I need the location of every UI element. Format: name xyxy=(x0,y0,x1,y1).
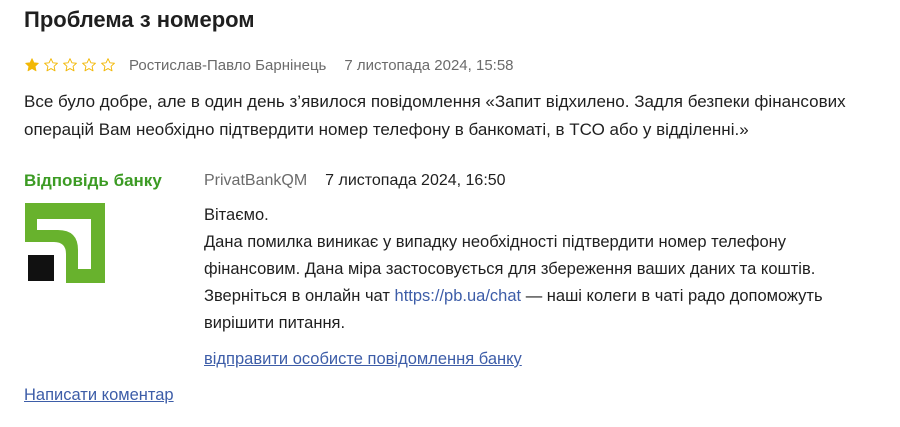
star-filled-icon xyxy=(25,58,39,72)
star-empty-icon xyxy=(44,58,58,72)
bank-answer-text: Вітаємо. Дана помилка виникає у випадку … xyxy=(204,202,884,337)
review-meta: Ростислав-Павло Барнінець 7 листопада 20… xyxy=(24,55,514,75)
private-message-link[interactable]: відправити особисте повідомлення банку xyxy=(204,350,522,369)
review-author: Ростислав-Павло Барнінець xyxy=(129,56,327,74)
bank-answer-date: 7 листопада 2024, 16:50 xyxy=(325,172,506,189)
review-card: Проблема з номером Ростислав-Павло Барні… xyxy=(0,0,900,427)
star-empty-icon xyxy=(101,58,115,72)
bank-answer-body: Дана помилка виникає у випадку необхідно… xyxy=(204,233,816,278)
privatbank-logo-icon xyxy=(25,203,105,283)
bank-answer-chat-line: Зверніться в онлайн чат https://pb.ua/ch… xyxy=(204,283,884,337)
bank-answer-greeting: Вітаємо. xyxy=(204,206,269,224)
star-empty-icon xyxy=(63,58,77,72)
star-empty-icon xyxy=(82,58,96,72)
bank-answer-meta: PrivatBankQM 7 листопада 2024, 16:50 xyxy=(204,172,506,190)
bank-name: PrivatBankQM xyxy=(204,172,308,189)
write-comment-link[interactable]: Написати коментар xyxy=(24,386,174,405)
chat-link[interactable]: https://pb.ua/chat xyxy=(395,287,522,305)
bank-answer-label: Відповідь банку xyxy=(24,171,162,190)
review-text: Все було добре, але в один день з’явилос… xyxy=(24,92,846,139)
rating-stars xyxy=(24,57,116,73)
chat-text-before: Зверніться в онлайн чат xyxy=(204,287,395,305)
review-title: Проблема з номером xyxy=(24,7,255,32)
review-date: 7 листопада 2024, 15:58 xyxy=(344,56,514,74)
